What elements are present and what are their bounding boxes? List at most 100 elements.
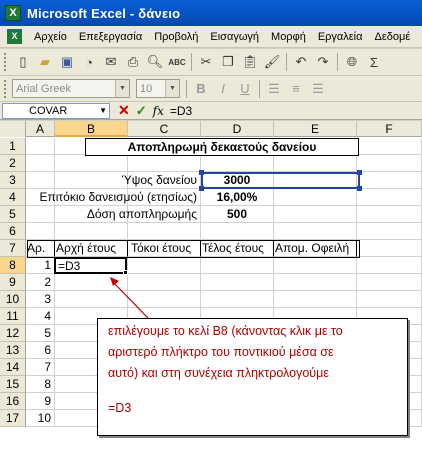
- center-icon[interactable]: ≡: [285, 78, 307, 100]
- menu-data[interactable]: Δεδομέ: [369, 31, 417, 43]
- cell[interactable]: [357, 206, 422, 223]
- formula-input[interactable]: =D3: [170, 104, 192, 118]
- menu-view[interactable]: Προβολή: [148, 31, 204, 43]
- cell[interactable]: [55, 155, 128, 172]
- redo-icon[interactable]: ↷: [312, 51, 334, 73]
- column-header[interactable]: F: [357, 121, 422, 137]
- align-right-icon[interactable]: ☰: [307, 78, 329, 100]
- fill-handle[interactable]: [123, 270, 128, 275]
- cell[interactable]: 4: [26, 308, 55, 325]
- menu-insert[interactable]: Εισαγωγή: [204, 31, 265, 43]
- cell[interactable]: [26, 172, 55, 189]
- cell[interactable]: [274, 223, 357, 240]
- cell[interactable]: [55, 274, 128, 291]
- cell[interactable]: Τόκοι έτους: [128, 240, 201, 257]
- bold-icon[interactable]: B: [190, 78, 212, 100]
- row-header[interactable]: 3: [0, 172, 26, 189]
- column-header[interactable]: A: [26, 121, 55, 137]
- cell[interactable]: 1: [26, 257, 55, 274]
- row-header[interactable]: 15: [0, 376, 26, 393]
- open-icon[interactable]: ▰: [34, 51, 56, 73]
- undo-icon[interactable]: ↶: [290, 51, 312, 73]
- print-preview-icon[interactable]: 🔍︎: [144, 51, 166, 73]
- underline-icon[interactable]: U: [234, 78, 256, 100]
- cell[interactable]: 8: [26, 376, 55, 393]
- email-icon[interactable]: ✉: [100, 51, 122, 73]
- cell[interactable]: 3: [26, 291, 55, 308]
- paste-icon[interactable]: 📋︎: [239, 51, 261, 73]
- cell[interactable]: 16,00%: [201, 189, 274, 206]
- cell[interactable]: [274, 257, 357, 274]
- cell[interactable]: [26, 223, 55, 240]
- font-name-select[interactable]: Arial Greek ▼: [12, 79, 130, 98]
- cell[interactable]: [55, 291, 128, 308]
- save-icon[interactable]: ▣: [56, 51, 78, 73]
- chevron-down-icon[interactable]: ▼: [115, 80, 129, 97]
- hyperlink-icon[interactable]: 🌐︎: [341, 51, 363, 73]
- enter-icon[interactable]: ✓: [136, 103, 147, 119]
- cell[interactable]: Απομ. Οφειλή: [274, 240, 357, 257]
- chevron-down-icon[interactable]: ▼: [165, 80, 179, 97]
- row-header[interactable]: 9: [0, 274, 26, 291]
- row-header[interactable]: 5: [0, 206, 26, 223]
- cell[interactable]: [55, 223, 128, 240]
- align-left-icon[interactable]: ☰: [263, 78, 285, 100]
- cut-icon[interactable]: ✂: [195, 51, 217, 73]
- row-header[interactable]: 8: [0, 257, 26, 274]
- cell[interactable]: 10: [26, 410, 55, 427]
- name-box[interactable]: COVAR ▼: [2, 102, 110, 119]
- toolbar-grip[interactable]: [4, 53, 8, 71]
- row-header[interactable]: 1: [0, 138, 26, 155]
- cell[interactable]: Ύψος δανείου: [122, 172, 201, 189]
- autosum-icon[interactable]: Σ: [363, 51, 385, 73]
- cell[interactable]: [357, 223, 422, 240]
- chevron-down-icon[interactable]: ▼: [99, 104, 107, 118]
- cell[interactable]: 500: [201, 206, 274, 223]
- row-header[interactable]: 17: [0, 410, 26, 427]
- cell[interactable]: [201, 274, 274, 291]
- cell[interactable]: Δόση αποπληρωμής: [87, 206, 201, 223]
- cell[interactable]: Τέλος έτους: [201, 240, 274, 257]
- format-painter-icon[interactable]: 🖌︎: [261, 51, 283, 73]
- cell[interactable]: [128, 291, 201, 308]
- cell[interactable]: [357, 240, 422, 257]
- column-header[interactable]: E: [274, 121, 357, 137]
- cell[interactable]: [274, 291, 357, 308]
- row-header[interactable]: 14: [0, 359, 26, 376]
- row-header[interactable]: 12: [0, 325, 26, 342]
- copy-icon[interactable]: ❐: [217, 51, 239, 73]
- sheet-title-cell[interactable]: Αποπληρωμή δεκαετούς δανείου: [85, 138, 359, 156]
- cell[interactable]: [274, 189, 357, 206]
- cell[interactable]: [274, 155, 357, 172]
- cell[interactable]: [26, 206, 55, 223]
- cell[interactable]: [128, 155, 201, 172]
- cell[interactable]: [357, 189, 422, 206]
- row-header[interactable]: 6: [0, 223, 26, 240]
- row-header[interactable]: 10: [0, 291, 26, 308]
- font-size-select[interactable]: 10 ▼: [136, 79, 180, 98]
- cell[interactable]: [128, 223, 201, 240]
- resize-handle[interactable]: [357, 170, 362, 175]
- cell[interactable]: [357, 172, 422, 189]
- column-header[interactable]: B: [55, 121, 128, 137]
- row-header[interactable]: 2: [0, 155, 26, 172]
- cell[interactable]: 6: [26, 342, 55, 359]
- cell[interactable]: [55, 172, 128, 189]
- cell[interactable]: 2: [26, 274, 55, 291]
- cell[interactable]: [357, 138, 422, 155]
- row-header[interactable]: 7: [0, 240, 26, 257]
- resize-handle[interactable]: [199, 170, 204, 175]
- menu-format[interactable]: Μορφή: [265, 31, 312, 43]
- cell[interactable]: [357, 291, 422, 308]
- cell[interactable]: [357, 155, 422, 172]
- row-header[interactable]: 16: [0, 393, 26, 410]
- print-icon[interactable]: ⎙: [122, 51, 144, 73]
- column-header[interactable]: C: [128, 121, 201, 137]
- new-icon[interactable]: ▯: [12, 51, 34, 73]
- cancel-icon[interactable]: ✕: [118, 102, 130, 119]
- spelling-icon[interactable]: ABC: [166, 51, 188, 73]
- cell[interactable]: [201, 223, 274, 240]
- cell[interactable]: [357, 274, 422, 291]
- cell[interactable]: [201, 257, 274, 274]
- row-header[interactable]: 13: [0, 342, 26, 359]
